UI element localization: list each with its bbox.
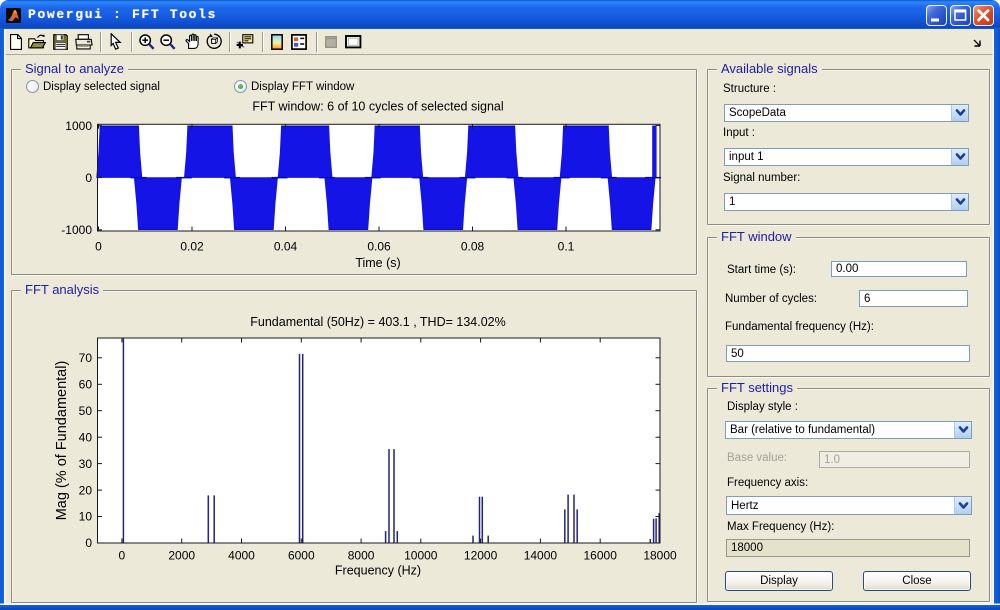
svg-text:20: 20 — [79, 483, 93, 497]
svg-text:6000: 6000 — [288, 549, 315, 563]
svg-text:14000: 14000 — [524, 549, 558, 563]
svg-text:Time (s): Time (s) — [355, 256, 400, 270]
svg-text:4000: 4000 — [228, 549, 255, 563]
svg-text:40: 40 — [79, 430, 93, 444]
svg-text:Fundamental (50Hz) = 403.1 , T: Fundamental (50Hz) = 403.1 , THD= 134.02… — [250, 315, 505, 329]
svg-text:Mag (% of Fundamental): Mag (% of Fundamental) — [54, 361, 70, 521]
svg-text:50: 50 — [79, 404, 93, 418]
svg-text:0.08: 0.08 — [461, 240, 485, 254]
svg-text:2000: 2000 — [168, 549, 195, 563]
svg-text:60: 60 — [79, 378, 93, 392]
svg-text:0.1: 0.1 — [558, 240, 575, 254]
svg-text:10000: 10000 — [404, 549, 438, 563]
svg-text:0: 0 — [85, 171, 92, 185]
svg-text:10: 10 — [79, 510, 93, 524]
svg-text:0.06: 0.06 — [367, 240, 391, 254]
svg-text:70: 70 — [79, 351, 93, 365]
svg-text:Frequency (Hz): Frequency (Hz) — [335, 564, 421, 578]
svg-text:0: 0 — [119, 549, 126, 563]
svg-text:-1000: -1000 — [61, 223, 92, 237]
svg-text:16000: 16000 — [584, 549, 618, 563]
svg-text:8000: 8000 — [348, 549, 375, 563]
svg-text:0: 0 — [85, 536, 92, 550]
svg-text:0: 0 — [95, 240, 102, 254]
svg-text:18000: 18000 — [643, 549, 677, 563]
svg-text:1000: 1000 — [65, 119, 92, 133]
svg-text:FFT window: 6 of 10 cycles of: FFT window: 6 of 10 cycles of selected s… — [252, 100, 503, 114]
svg-text:12000: 12000 — [464, 549, 498, 563]
svg-text:0.04: 0.04 — [274, 240, 298, 254]
svg-text:30: 30 — [79, 457, 93, 471]
svg-text:0.02: 0.02 — [180, 240, 204, 254]
